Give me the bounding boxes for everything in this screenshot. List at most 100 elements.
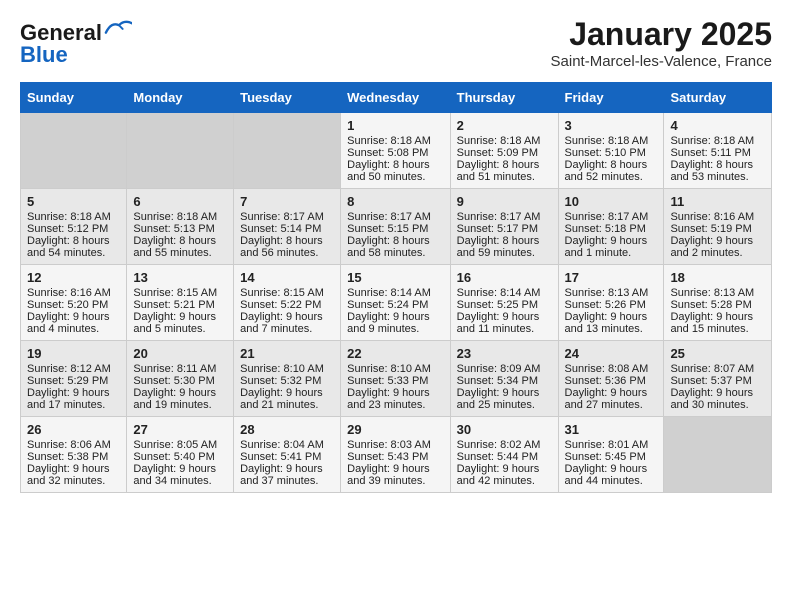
- calendar-cell: 5Sunrise: 8:18 AMSunset: 5:12 PMDaylight…: [21, 189, 127, 265]
- sunset-text: Sunset: 5:09 PM: [457, 147, 552, 159]
- sunrise-text: Sunrise: 8:15 AM: [240, 287, 334, 299]
- day-number: 25: [670, 346, 765, 361]
- calendar-cell: 25Sunrise: 8:07 AMSunset: 5:37 PMDayligh…: [664, 341, 772, 417]
- calendar-cell: 11Sunrise: 8:16 AMSunset: 5:19 PMDayligh…: [664, 189, 772, 265]
- calendar-cell: 23 Sunrise: 8:09 AMSunset: 5:34 PMDayligh…: [450, 341, 558, 417]
- calendar-cell: 19Sunrise: 8:12 AMSunset: 5:29 PMDayligh…: [21, 341, 127, 417]
- day-number: 21: [240, 346, 334, 361]
- day-number: 23: [457, 346, 552, 361]
- sunset-text: Sunset: 5:14 PM: [240, 223, 334, 235]
- daylight-text: Daylight: 9 hours and 5 minutes.: [133, 311, 227, 335]
- sunset-text: Sunset: 5:33 PM: [347, 375, 444, 387]
- sunrise-text: Sunrise: 8:09 AM: [457, 363, 552, 375]
- sunrise-text: Sunrise: 8:18 AM: [565, 135, 658, 147]
- calendar-cell: 26Sunrise: 8:06 AMSunset: 5:38 PMDayligh…: [21, 417, 127, 493]
- sunrise-text: Sunrise: 8:14 AM: [457, 287, 552, 299]
- calendar-cell: 9Sunrise: 8:17 AMSunset: 5:17 PMDaylight…: [450, 189, 558, 265]
- day-number: 31: [565, 422, 658, 437]
- weekday-header-sunday: Sunday: [21, 83, 127, 113]
- calendar-cell: 2Sunrise: 8:18 AMSunset: 5:09 PMDaylight…: [450, 113, 558, 189]
- daylight-text: Daylight: 9 hours and 17 minutes.: [27, 387, 120, 411]
- sunrise-text: Sunrise: 8:17 AM: [457, 211, 552, 223]
- calendar-cell: 15Sunrise: 8:14 AMSunset: 5:24 PMDayligh…: [341, 265, 451, 341]
- day-number: 19: [27, 346, 120, 361]
- sunset-text: Sunset: 5:34 PM: [457, 375, 552, 387]
- day-number: 8: [347, 194, 444, 209]
- sunrise-text: Sunrise: 8:10 AM: [240, 363, 334, 375]
- calendar-cell: 22Sunrise: 8:10 AMSunset: 5:33 PMDayligh…: [341, 341, 451, 417]
- sunset-text: Sunset: 5:25 PM: [457, 299, 552, 311]
- week-row-4: 19Sunrise: 8:12 AMSunset: 5:29 PMDayligh…: [21, 341, 772, 417]
- calendar-cell: 4Sunrise: 8:18 AMSunset: 5:11 PMDaylight…: [664, 113, 772, 189]
- weekday-header-wednesday: Wednesday: [341, 83, 451, 113]
- calendar-cell: 10Sunrise: 8:17 AMSunset: 5:18 PMDayligh…: [558, 189, 664, 265]
- day-number: 16: [457, 270, 552, 285]
- day-number: 14: [240, 270, 334, 285]
- sunrise-text: Sunrise: 8:03 AM: [347, 439, 444, 451]
- day-number: 24: [565, 346, 658, 361]
- daylight-text: Daylight: 8 hours and 51 minutes.: [457, 159, 552, 183]
- daylight-text: Daylight: 8 hours and 53 minutes.: [670, 159, 765, 183]
- daylight-text: Daylight: 8 hours and 52 minutes.: [565, 159, 658, 183]
- sunset-text: Sunset: 5:40 PM: [133, 451, 227, 463]
- sunrise-text: Sunrise: 8:18 AM: [457, 135, 552, 147]
- logo-blue: Blue: [20, 42, 68, 68]
- daylight-text: Daylight: 9 hours and 25 minutes.: [457, 387, 552, 411]
- day-number: 22: [347, 346, 444, 361]
- sunset-text: Sunset: 5:28 PM: [670, 299, 765, 311]
- sunset-text: Sunset: 5:08 PM: [347, 147, 444, 159]
- calendar-cell: 29Sunrise: 8:03 AMSunset: 5:43 PMDayligh…: [341, 417, 451, 493]
- logo-bird-icon: [104, 19, 132, 37]
- calendar-cell: 13Sunrise: 8:15 AMSunset: 5:21 PMDayligh…: [127, 265, 234, 341]
- calendar-cell: 18Sunrise: 8:13 AMSunset: 5:28 PMDayligh…: [664, 265, 772, 341]
- weekday-header-saturday: Saturday: [664, 83, 772, 113]
- daylight-text: Daylight: 9 hours and 34 minutes.: [133, 463, 227, 487]
- calendar-cell: 27Sunrise: 8:05 AMSunset: 5:40 PMDayligh…: [127, 417, 234, 493]
- calendar-cell: 8Sunrise: 8:17 AMSunset: 5:15 PMDaylight…: [341, 189, 451, 265]
- calendar-cell: 21Sunrise: 8:10 AMSunset: 5:32 PMDayligh…: [234, 341, 341, 417]
- daylight-text: Daylight: 9 hours and 30 minutes.: [670, 387, 765, 411]
- sunrise-text: Sunrise: 8:06 AM: [27, 439, 120, 451]
- sunrise-text: Sunrise: 8:15 AM: [133, 287, 227, 299]
- sunset-text: Sunset: 5:43 PM: [347, 451, 444, 463]
- sunset-text: Sunset: 5:41 PM: [240, 451, 334, 463]
- sunrise-text: Sunrise: 8:04 AM: [240, 439, 334, 451]
- sunset-text: Sunset: 5:29 PM: [27, 375, 120, 387]
- sunset-text: Sunset: 5:10 PM: [565, 147, 658, 159]
- sunrise-text: Sunrise: 8:11 AM: [133, 363, 227, 375]
- weekday-header-monday: Monday: [127, 83, 234, 113]
- logo: General Blue: [20, 20, 132, 68]
- sunrise-text: Sunrise: 8:17 AM: [347, 211, 444, 223]
- daylight-text: Daylight: 9 hours and 21 minutes.: [240, 387, 334, 411]
- daylight-text: Daylight: 9 hours and 7 minutes.: [240, 311, 334, 335]
- sunset-text: Sunset: 5:44 PM: [457, 451, 552, 463]
- sunrise-text: Sunrise: 8:10 AM: [347, 363, 444, 375]
- sunset-text: Sunset: 5:19 PM: [670, 223, 765, 235]
- daylight-text: Daylight: 8 hours and 58 minutes.: [347, 235, 444, 259]
- sunrise-text: Sunrise: 8:16 AM: [27, 287, 120, 299]
- sunrise-text: Sunrise: 8:13 AM: [565, 287, 658, 299]
- sunset-text: Sunset: 5:17 PM: [457, 223, 552, 235]
- daylight-text: Daylight: 9 hours and 9 minutes.: [347, 311, 444, 335]
- sunset-text: Sunset: 5:11 PM: [670, 147, 765, 159]
- sunrise-text: Sunrise: 8:13 AM: [670, 287, 765, 299]
- weekday-header-thursday: Thursday: [450, 83, 558, 113]
- daylight-text: Daylight: 9 hours and 32 minutes.: [27, 463, 120, 487]
- calendar-cell: 6Sunrise: 8:18 AMSunset: 5:13 PMDaylight…: [127, 189, 234, 265]
- day-number: 1: [347, 118, 444, 133]
- sunrise-text: Sunrise: 8:08 AM: [565, 363, 658, 375]
- sunset-text: Sunset: 5:13 PM: [133, 223, 227, 235]
- day-number: 6: [133, 194, 227, 209]
- day-number: 3: [565, 118, 658, 133]
- calendar-cell: 17Sunrise: 8:13 AMSunset: 5:26 PMDayligh…: [558, 265, 664, 341]
- daylight-text: Daylight: 9 hours and 15 minutes.: [670, 311, 765, 335]
- day-number: 5: [27, 194, 120, 209]
- sunrise-text: Sunrise: 8:18 AM: [27, 211, 120, 223]
- day-number: 27: [133, 422, 227, 437]
- calendar-cell: 31Sunrise: 8:01 AMSunset: 5:45 PMDayligh…: [558, 417, 664, 493]
- sunset-text: Sunset: 5:30 PM: [133, 375, 227, 387]
- calendar-cell: 12Sunrise: 8:16 AMSunset: 5:20 PMDayligh…: [21, 265, 127, 341]
- calendar-cell: 14Sunrise: 8:15 AMSunset: 5:22 PMDayligh…: [234, 265, 341, 341]
- weekday-header-tuesday: Tuesday: [234, 83, 341, 113]
- calendar-cell: 24Sunrise: 8:08 AMSunset: 5:36 PMDayligh…: [558, 341, 664, 417]
